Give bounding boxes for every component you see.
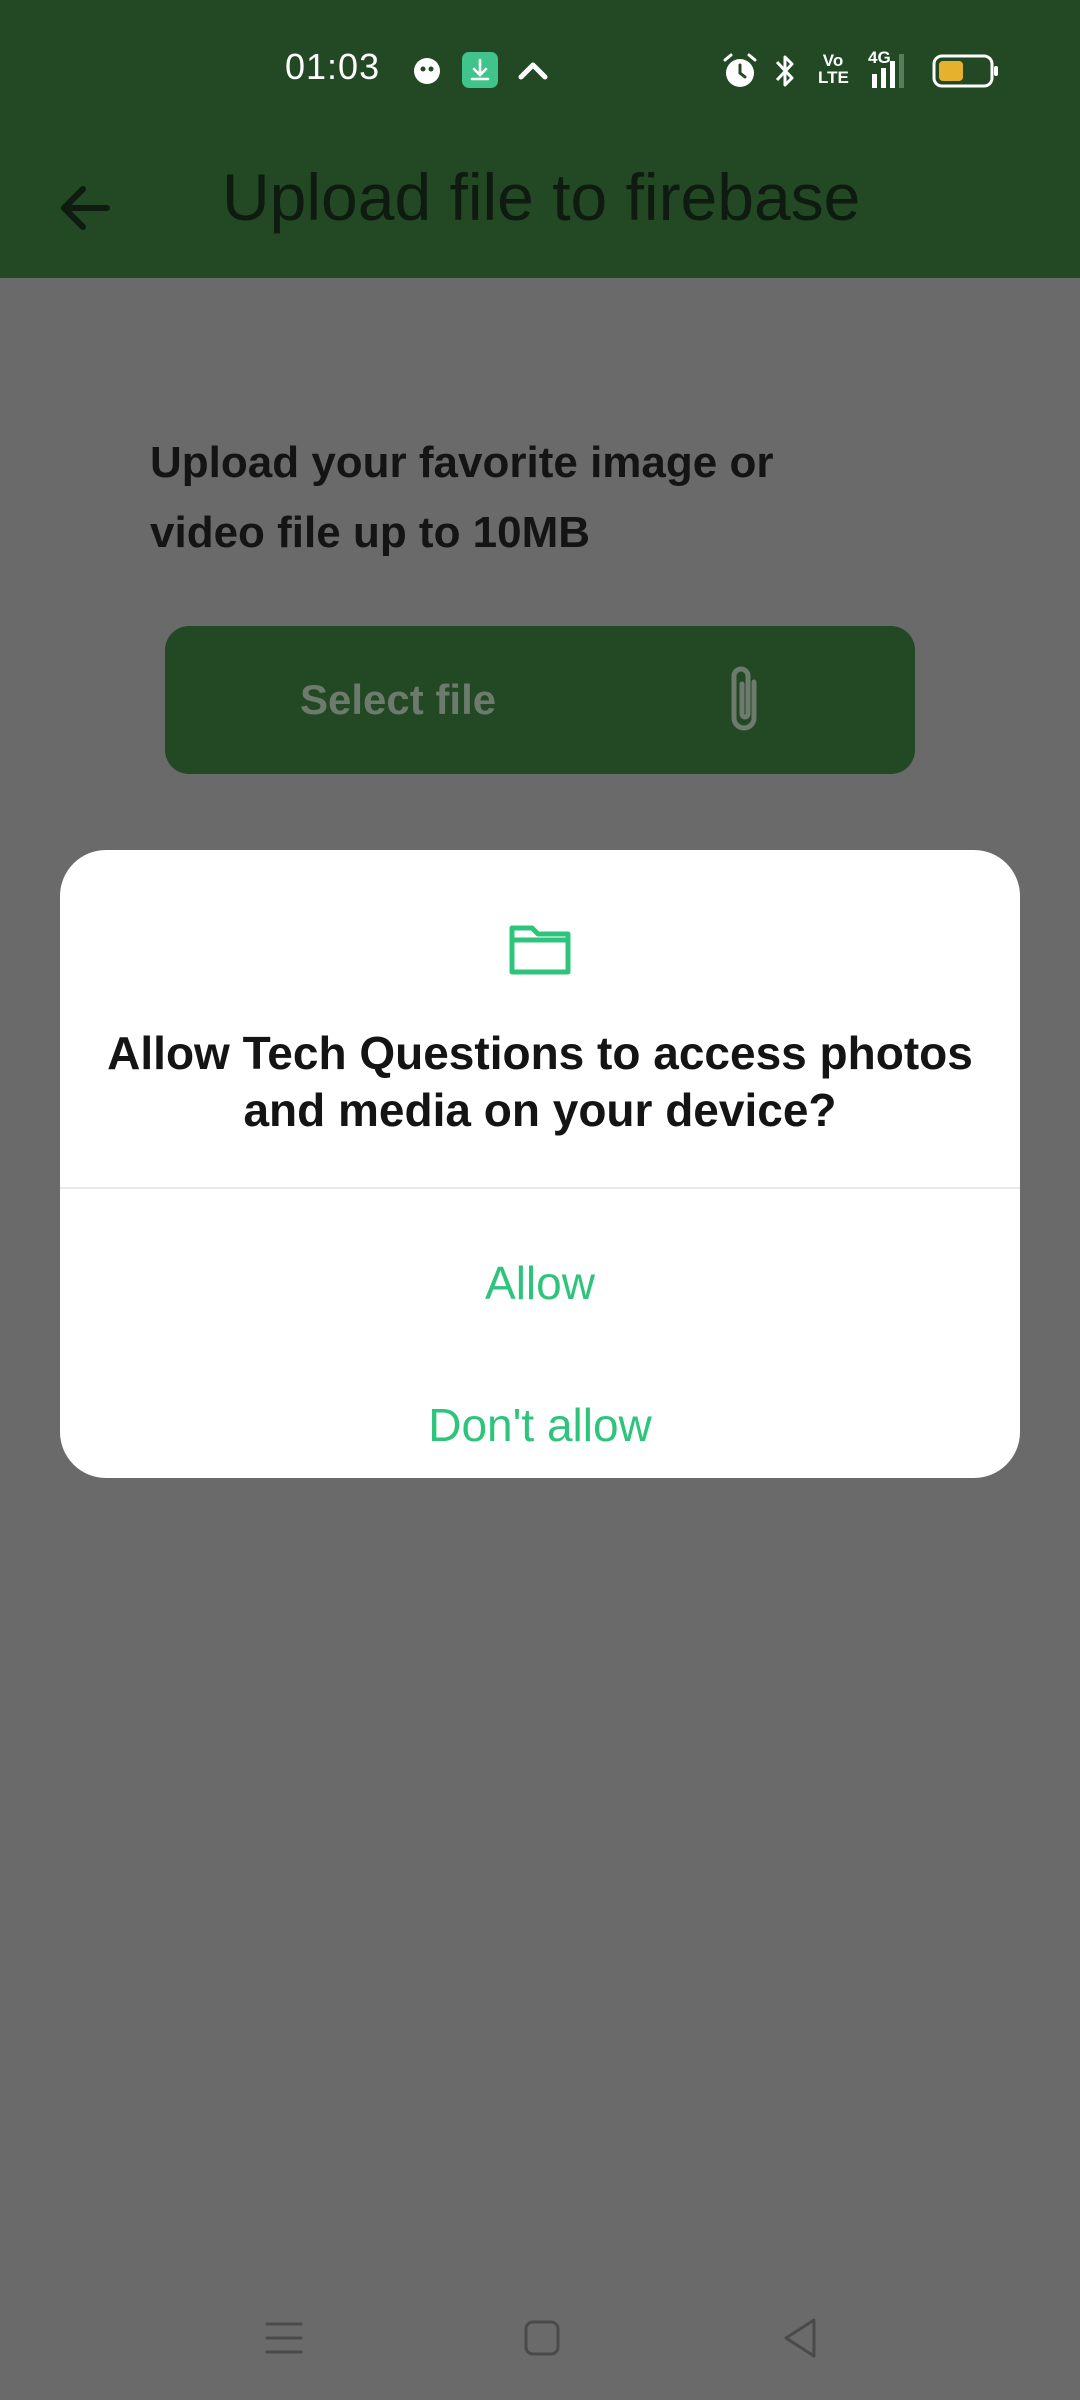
back-button[interactable]: [40, 172, 130, 248]
status-time: 01:03: [285, 46, 381, 87]
page-title: Upload file to firebase: [222, 160, 861, 234]
volte-icon: Vo LTE: [818, 52, 849, 87]
dialog-divider: [60, 1187, 1020, 1189]
assistant-icon: [412, 56, 442, 91]
arrow-left-icon: [57, 184, 113, 237]
menu-icon[interactable]: [264, 2318, 304, 2363]
battery-icon: [932, 54, 1000, 93]
folder-icon: [508, 922, 572, 981]
chevron-up-icon: [518, 58, 548, 87]
volte-bottom-label: LTE: [818, 68, 849, 87]
alarm-icon: [722, 52, 758, 95]
status-bar: 01:03 Vo LTE 4G: [0, 0, 1080, 142]
dialog-message: Allow Tech Questions to access photos an…: [107, 1027, 973, 1136]
select-file-button[interactable]: Select file: [165, 626, 915, 774]
navigation-bar: [0, 2280, 1080, 2400]
app-bar: Upload file to firebase: [0, 142, 1080, 278]
dont-allow-button[interactable]: Don't allow: [60, 1370, 1020, 1480]
home-icon[interactable]: [522, 2318, 562, 2363]
allow-button[interactable]: Allow: [60, 1228, 1020, 1338]
network-label: 4G: [868, 48, 891, 67]
bluetooth-icon: [772, 52, 798, 95]
signal-4g-icon: 4G: [868, 48, 918, 90]
back-triangle-icon[interactable]: [780, 2316, 820, 2365]
paperclip-icon: [720, 660, 770, 745]
download-icon: [462, 52, 498, 93]
upload-instruction: Upload your favorite image or video file…: [150, 438, 774, 557]
select-file-label: Select file: [300, 676, 497, 723]
permission-dialog: Allow Tech Questions to access photos an…: [60, 850, 1020, 1478]
